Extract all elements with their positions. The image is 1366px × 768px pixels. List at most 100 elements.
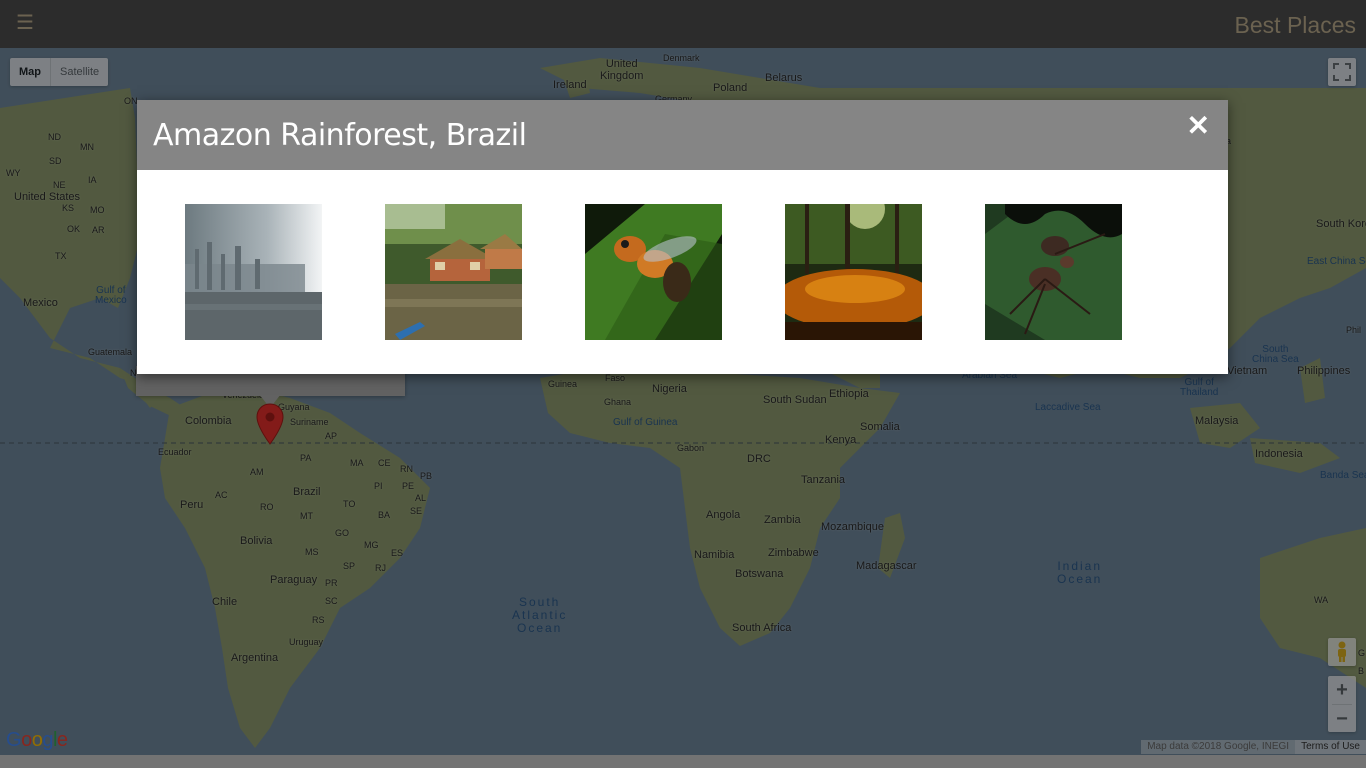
zoom-in-button[interactable]: + [1328,676,1356,704]
label-ecuador: Ecuador [158,447,192,457]
label-ok: OK [67,224,81,234]
label-united-states: United States [14,191,81,203]
label-al: AL [415,493,427,503]
label-somalia: Somalia [860,421,900,433]
label-b-edge: B [1358,666,1365,676]
label-east-china-sea: East China Sea [1307,256,1366,267]
label-south-atlantic-ocean: South Atlantic Ocean [512,595,568,635]
label-south-sudan: South Sudan [763,394,827,406]
stilt-houses-river-photo [385,204,522,340]
label-poland: Poland [713,82,748,94]
plus-icon: + [1336,679,1348,701]
place-modal: Amazon Rainforest, Brazil ✕ [137,100,1228,374]
map-type-satellite-button[interactable]: Satellite [51,58,108,86]
label-sp: SP [343,561,356,571]
zoom-control: + − [1328,676,1356,732]
label-pr: PR [325,578,338,588]
label-pb: PB [420,471,433,481]
app-header: ☰ Best Places [0,0,1366,48]
label-argentina: Argentina [231,652,279,664]
label-pa: PA [300,453,312,463]
gallery-photo[interactable] [385,204,522,340]
label-ma: MA [350,458,364,468]
label-ro: RO [260,502,274,512]
street-view-pegman-button[interactable] [1328,638,1356,666]
label-bolivia: Bolivia [240,535,273,547]
label-mozambique: Mozambique [821,521,884,533]
label-pe-state: PE [402,481,415,491]
label-angola: Angola [706,509,741,521]
gallery-photo[interactable] [985,204,1122,340]
label-suriname: Suriname [290,417,329,427]
label-guatemala: Guatemala [88,347,133,357]
label-nd: ND [48,132,61,142]
label-mo: MO [90,205,105,215]
label-on: ON [124,96,138,106]
map-data-credit: Map data ©2018 Google, INEGI [1141,740,1296,754]
logo-letter: e [56,729,68,751]
label-ks: KS [62,203,75,213]
map-attribution: Map data ©2018 Google, INEGI Terms of Us… [1141,740,1366,754]
label-se: SE [410,506,423,516]
label-g-edge: G [1358,648,1366,658]
label-banda-sea: Banda Sea [1320,470,1366,481]
label-drc: DRC [747,453,771,465]
gallery-photo[interactable] [185,204,322,340]
jungle-stream-photo [785,204,922,340]
label-go: GO [335,528,350,538]
label-rj: RJ [375,563,386,573]
label-to: TO [343,499,356,509]
label-malaysia: Malaysia [1195,415,1239,427]
label-ba: BA [378,510,391,520]
label-zambia: Zambia [764,514,801,526]
zoom-out-button[interactable]: − [1328,705,1356,733]
label-mexico: Mexico [23,297,58,309]
minus-icon: − [1336,708,1348,730]
label-tanzania: Tanzania [801,474,846,486]
label-sc: SC [325,596,338,606]
label-sd: SD [49,156,62,166]
label-faso: Faso [605,373,626,383]
ant-on-leaf-photo [985,204,1122,340]
label-es: ES [391,548,404,558]
label-south-china-sea: South China Sea [1252,344,1299,365]
label-botswana: Botswana [735,568,784,580]
label-peru: Peru [180,499,204,511]
close-button[interactable]: ✕ [1187,112,1210,140]
label-rn: RN [400,464,413,474]
city-waterfront-photo [185,204,322,340]
label-ne: NE [53,180,66,190]
hamburger-menu-button[interactable]: ☰ [14,10,36,36]
label-indonesia: Indonesia [1255,448,1303,460]
google-logo[interactable]: Google [6,729,68,752]
label-gulf-of-mexico: Gulf of Mexico [95,285,127,306]
terms-of-use-link[interactable]: Terms of Use [1295,740,1366,754]
label-zimbabwe: Zimbabwe [768,547,819,559]
wasp-on-leaf-photo [585,204,722,340]
logo-letter: o [21,729,32,751]
fullscreen-icon [1333,63,1351,81]
label-laccadive-sea: Laccadive Sea [1035,402,1101,413]
label-brazil: Brazil [293,486,321,498]
label-indian-ocean: Indian Ocean [1057,559,1103,586]
logo-letter: g [42,729,53,751]
label-wy: WY [6,168,21,178]
label-mn: MN [80,142,94,152]
footer-strip [0,755,1366,768]
modal-header: Amazon Rainforest, Brazil ✕ [137,100,1228,170]
label-paraguay: Paraguay [270,574,318,586]
gallery-photo[interactable] [585,204,722,340]
label-south-korea: South Kore [1316,218,1366,230]
label-mg: MG [364,540,379,550]
app-title: Best Places [1234,12,1356,38]
label-ia: IA [88,175,97,185]
gallery-photo[interactable] [785,204,922,340]
label-phil-edge: Phil [1346,325,1362,335]
label-kenya: Kenya [825,434,857,446]
map-type-map-button[interactable]: Map [10,58,51,86]
map-marker-icon[interactable] [256,403,284,445]
label-denmark: Denmark [663,53,700,63]
label-chile: Chile [212,596,238,608]
label-pi: PI [374,481,383,491]
fullscreen-button[interactable] [1328,58,1356,86]
